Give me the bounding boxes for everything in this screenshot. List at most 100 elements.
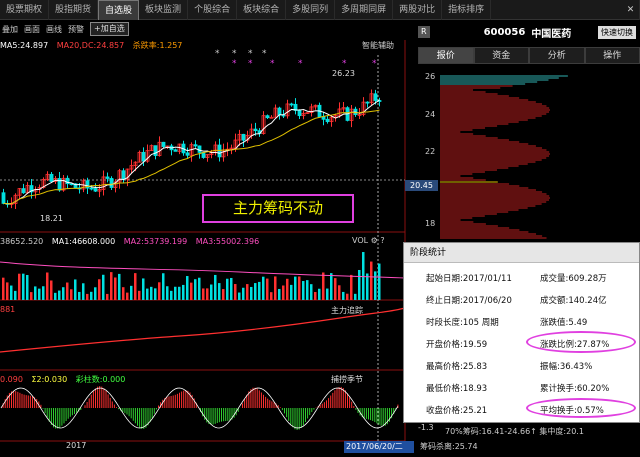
time-cursor-label: 2017/06/20/二 xyxy=(344,441,414,453)
candle-body xyxy=(325,118,330,123)
add-to-watchlist-button[interactable]: +加自选 xyxy=(90,22,129,36)
volume-bar xyxy=(222,289,225,300)
candle-body xyxy=(153,145,158,156)
chart-toolbar: 叠加 画面 画线 预警 +加自选 xyxy=(0,21,405,37)
volume-bar xyxy=(22,273,25,300)
volume-bar xyxy=(346,293,349,300)
tab-7[interactable]: 多周期同屏 xyxy=(335,0,394,20)
volume-bar xyxy=(194,279,197,300)
season-label: 捕捞季节 xyxy=(331,375,363,384)
volume-bar xyxy=(298,276,301,300)
volume-bar xyxy=(118,273,121,300)
volume-bar xyxy=(14,290,17,300)
tab-3[interactable]: 板块监测 xyxy=(139,0,189,20)
stock-header: R 600056 中国医药 快速切换 xyxy=(418,22,640,42)
volume-bar xyxy=(210,284,213,300)
volume-bar xyxy=(66,282,69,300)
tab-8[interactable]: 两股对比 xyxy=(393,0,443,20)
side-tab-1[interactable]: 资金 xyxy=(473,47,529,64)
volume-bar xyxy=(18,273,21,300)
volume-bar xyxy=(82,283,85,300)
volume-bar xyxy=(110,272,113,300)
draw-menu[interactable]: 画面 xyxy=(24,24,40,35)
candle-body xyxy=(121,170,126,180)
stat-grid: 起始日期:2017/01/11 终止日期:2017/06/20 时段长度:105… xyxy=(404,263,639,423)
price-tick: 22 xyxy=(425,147,436,156)
vol-ma3: MA3:55002.396 xyxy=(195,237,260,246)
volume-bar xyxy=(134,273,137,300)
ma20-value: MA20,DC:24.857 xyxy=(56,41,125,50)
volume-bar xyxy=(326,288,329,300)
tab-2[interactable]: 自选股 xyxy=(98,0,140,20)
tab-4[interactable]: 个股综合 xyxy=(188,0,238,20)
volume-bar xyxy=(94,287,97,300)
side-tab-0[interactable]: 报价 xyxy=(418,47,474,64)
side-tab-bar: 报价 资金 分析 操作 xyxy=(418,47,640,64)
volume-bar xyxy=(238,292,241,300)
candle-body xyxy=(265,115,270,119)
chip-range-line: 70%筹码:16.41-24.66↑ 集中度:20.1 xyxy=(445,427,584,436)
highlight-avg-turnover xyxy=(526,398,636,418)
side-tab-2[interactable]: 分析 xyxy=(529,47,585,64)
drop-rate: 杀跌率:1.257 xyxy=(132,41,183,50)
volume-bar xyxy=(182,284,185,300)
axis-minus-label: -1.3 xyxy=(418,423,434,432)
candle-body xyxy=(365,101,370,104)
tab-5[interactable]: 板块综合 xyxy=(237,0,287,20)
stat-start-date: 起始日期:2017/01/11 xyxy=(426,274,512,284)
stat-close-price: 收盘价格:25.21 xyxy=(426,406,488,416)
tab-6[interactable]: 多股同列 xyxy=(286,0,336,20)
stat-amplitude: 振幅:36.43% xyxy=(540,362,593,372)
quick-switch-button[interactable]: 快速切换 xyxy=(598,25,636,39)
volume-bar xyxy=(10,285,13,300)
volume-bar xyxy=(278,288,281,300)
x-axis-year: 2017 xyxy=(66,441,87,450)
ma5-value: MA5:24.897 xyxy=(0,41,49,50)
volume-bar xyxy=(6,282,9,300)
overlay-menu[interactable]: 叠加 xyxy=(2,24,18,35)
volume-bar xyxy=(174,286,177,300)
volume-bar xyxy=(162,273,165,300)
volume-bar xyxy=(262,276,265,300)
volume-bar xyxy=(362,252,365,300)
low-price-label: 18.21 xyxy=(40,214,63,223)
candle-body xyxy=(297,110,302,117)
alert-menu[interactable]: 预警 xyxy=(68,24,84,35)
smart-assist-label[interactable]: 智能辅助 xyxy=(362,40,394,51)
help-icon[interactable]: ? xyxy=(380,236,384,245)
volume-bar xyxy=(338,285,341,300)
volume-bar xyxy=(130,285,133,300)
side-tab-3[interactable]: 操作 xyxy=(584,47,640,64)
candle-body xyxy=(197,145,202,153)
signal-star: * xyxy=(248,59,253,69)
tab-0[interactable]: 股票期权 xyxy=(0,0,50,20)
volume-bar xyxy=(254,283,257,300)
volume-bar xyxy=(250,286,253,300)
season-header: 0.090 Σ2:0.030 彩柱数:0.000 xyxy=(0,374,125,385)
signal-star: * xyxy=(298,59,303,69)
volume-bar xyxy=(378,263,381,300)
candle-body xyxy=(289,103,294,106)
stat-volume: 成交量:609.28万 xyxy=(540,274,607,284)
line-menu[interactable]: 画线 xyxy=(46,24,62,35)
volume-bar xyxy=(62,287,65,300)
volume-bar xyxy=(234,284,237,300)
stat-cum-turnover: 累计换手:60.20% xyxy=(540,384,610,394)
volume-bar xyxy=(86,293,89,300)
close-icon[interactable]: ✕ xyxy=(622,0,640,20)
volume-bar xyxy=(158,282,161,300)
stat-high-price: 最高价格:25.83 xyxy=(426,362,488,372)
volume-bar xyxy=(186,276,189,300)
tab-9[interactable]: 指标排序 xyxy=(442,0,492,20)
volume-bar xyxy=(198,277,201,300)
volume-bar xyxy=(226,278,229,300)
stock-code: 600056 xyxy=(483,26,526,38)
volume-bar xyxy=(178,286,181,300)
volume-bar xyxy=(322,272,325,300)
gear-icon[interactable]: ⚙ xyxy=(371,236,378,245)
volume-bars[interactable] xyxy=(0,252,406,300)
volume-bar xyxy=(166,286,169,300)
volume-panel-controls: VOL ⚙ ? xyxy=(352,236,385,245)
volume-bar xyxy=(218,283,221,300)
tab-1[interactable]: 股指期货 xyxy=(49,0,99,20)
